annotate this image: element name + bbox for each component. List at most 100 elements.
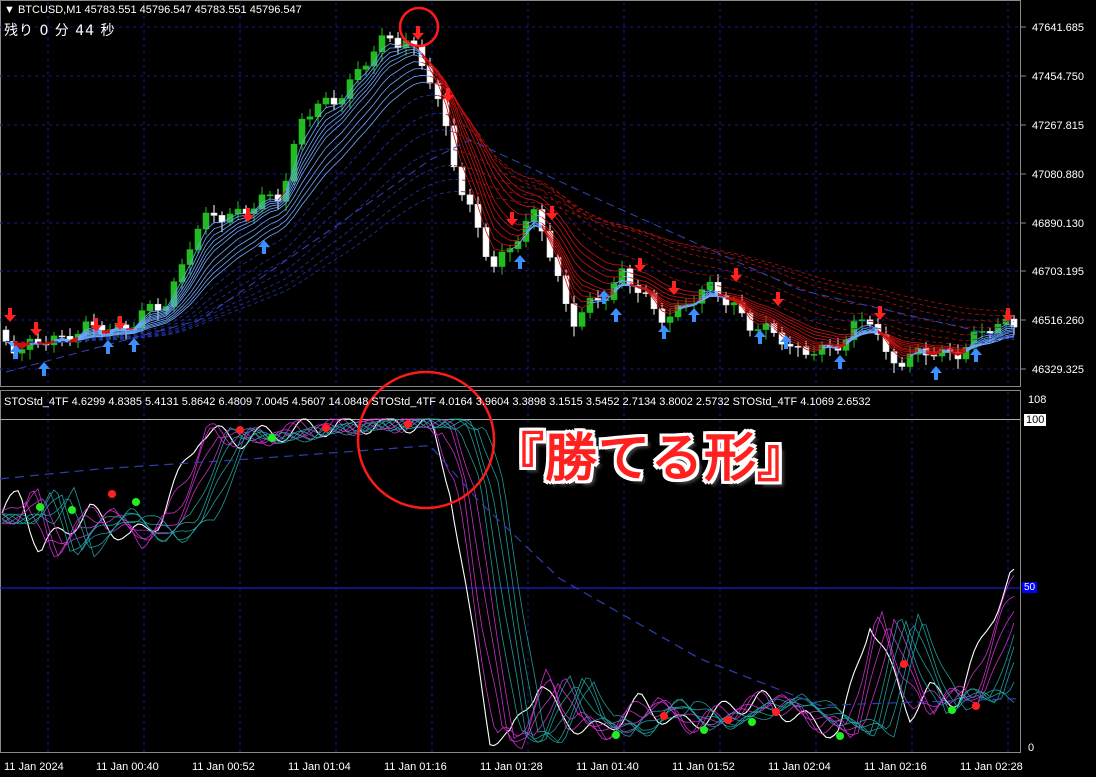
up-signal-arrow (658, 325, 670, 339)
time-tick-label: 11 Jan 01:40 (576, 761, 639, 773)
subwindow-top-label: 108 (1028, 394, 1047, 406)
price-tick-label: 46890.130 (1032, 218, 1084, 230)
buy-dot (748, 718, 756, 726)
price-tick-label: 47080.880 (1032, 169, 1084, 181)
time-tick-label: 11 Jan 01:28 (480, 761, 543, 773)
candlestick (146, 303, 154, 311)
candlestick (386, 35, 394, 39)
candlestick (290, 143, 298, 182)
slow-ma-line (77, 191, 463, 342)
candlestick (58, 335, 66, 338)
time-tick-label: 11 Jan 02:04 (768, 761, 831, 773)
down-signal-arrow (30, 322, 42, 336)
buy-dot (700, 726, 708, 734)
buy-dot (948, 706, 956, 714)
candle-countdown-timer: 残り 0 分 44 秒 (4, 23, 116, 39)
candlestick (490, 256, 498, 267)
buy-dot (268, 434, 276, 442)
level-100-label: 100 (1024, 414, 1047, 426)
up-signal-arrow (258, 240, 270, 254)
candlestick (210, 212, 218, 216)
time-tick-label: 11 Jan 02:28 (960, 761, 1023, 773)
time-tick-label: 11 Jan 01:52 (672, 761, 735, 773)
sell-dot (108, 490, 116, 498)
candlestick (794, 346, 802, 348)
candlestick (330, 97, 338, 105)
candlestick (578, 312, 586, 327)
up-signal-arrow (102, 340, 114, 354)
sell-dot (404, 420, 412, 428)
sell-dot (322, 424, 330, 432)
sell-dot (772, 708, 780, 716)
up-signal-arrow (688, 308, 700, 322)
time-tick-label: 11 Jan 01:16 (384, 761, 447, 773)
trading-chart-canvas[interactable] (0, 0, 1096, 777)
level-0-label: 0 (1028, 742, 1035, 754)
candlestick (322, 97, 330, 105)
candlestick (570, 303, 578, 327)
time-tick-label: 11 Jan 00:40 (96, 761, 159, 773)
price-tick-label: 47454.750 (1032, 71, 1084, 83)
chart-symbol-header: ▼ BTCUSD,M1 45783.551 45796.547 45783.55… (4, 4, 302, 16)
candlestick (498, 251, 506, 267)
slow-ma-line (77, 94, 439, 342)
candlestick (906, 353, 914, 367)
sell-dot (236, 426, 244, 434)
price-tick-label: 47267.815 (1032, 120, 1084, 132)
buy-dot (68, 506, 76, 514)
slow-ma-line (77, 112, 447, 342)
slow-ma-line (461, 179, 1015, 317)
candlestick (266, 194, 274, 197)
sell-dot (972, 702, 980, 710)
candlestick (810, 354, 818, 356)
buy-dot (132, 498, 140, 506)
buy-dot (612, 731, 620, 739)
candlestick (202, 212, 210, 230)
candlestick (866, 319, 874, 325)
candlestick (706, 281, 714, 290)
time-tick-label: 11 Jan 02:16 (864, 761, 927, 773)
down-signal-arrow (874, 306, 886, 320)
candlestick (530, 209, 538, 222)
up-signal-arrow (514, 255, 526, 269)
candlestick (154, 303, 162, 311)
candlestick (898, 362, 906, 367)
up-signal-arrow (754, 330, 766, 344)
candlestick (1010, 318, 1018, 328)
candlestick (186, 249, 194, 265)
winning-pattern-annotation: 『勝てる形』 (492, 429, 811, 489)
up-signal-arrow (128, 338, 140, 352)
candlestick (762, 323, 770, 330)
price-tick-label: 46516.260 (1032, 315, 1084, 327)
up-signal-arrow (834, 355, 846, 369)
candlestick (2, 329, 10, 342)
slow-ma-line (453, 131, 975, 336)
slow-ma-line (437, 95, 711, 286)
time-tick-label: 11 Jan 01:04 (288, 761, 351, 773)
price-tick-label: 46329.325 (1032, 364, 1084, 376)
candlestick (306, 116, 314, 120)
price-tick-label: 47641.685 (1032, 22, 1084, 34)
price-tick-label: 46703.195 (1032, 266, 1084, 278)
time-tick-label: 11 Jan 2024 (4, 761, 64, 773)
time-tick-label: 11 Jan 00:52 (192, 761, 255, 773)
candlestick (730, 302, 738, 306)
main-window-border (0, 0, 1021, 387)
sell-dot (660, 712, 668, 720)
up-signal-arrow (970, 348, 982, 362)
candlestick (666, 316, 674, 323)
buy-dot (36, 503, 44, 511)
candlestick (394, 37, 402, 49)
sell-dot (724, 716, 732, 724)
candlestick (466, 194, 474, 205)
ma-ribbon-line (109, 54, 423, 333)
pattern-highlight-circle (356, 370, 496, 510)
candlestick (362, 65, 370, 70)
candlestick (506, 248, 514, 253)
ma-ribbon-line (717, 291, 855, 336)
slow-ma-line (77, 129, 455, 342)
level-50-label: 50 (1022, 582, 1038, 593)
buy-dot (836, 732, 844, 740)
up-signal-arrow (930, 366, 942, 380)
candlestick (170, 281, 178, 307)
